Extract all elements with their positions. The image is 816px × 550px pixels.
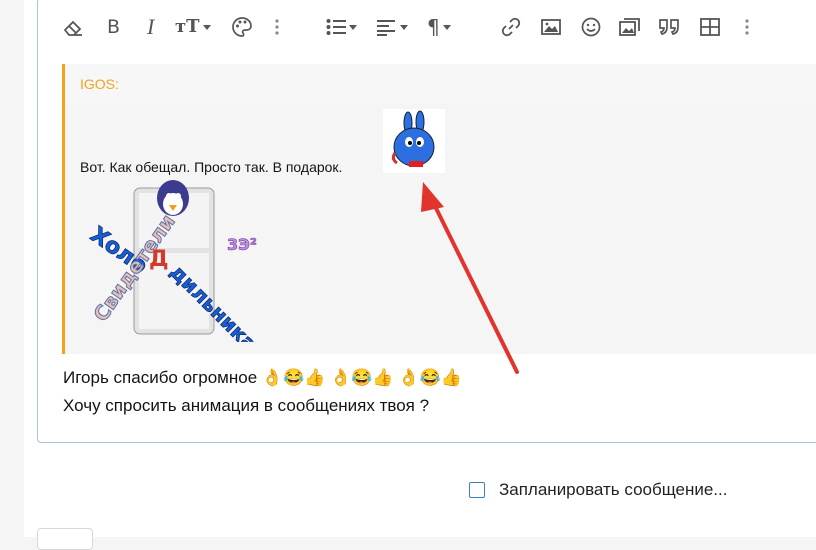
red-annotation-arrow xyxy=(421,182,519,374)
bottom-button-partial[interactable] xyxy=(37,528,93,550)
schedule-label[interactable]: Запланировать сообщение... xyxy=(499,480,727,500)
schedule-message-toggle[interactable]: Запланировать сообщение... xyxy=(469,480,727,500)
schedule-checkbox[interactable] xyxy=(469,482,485,498)
